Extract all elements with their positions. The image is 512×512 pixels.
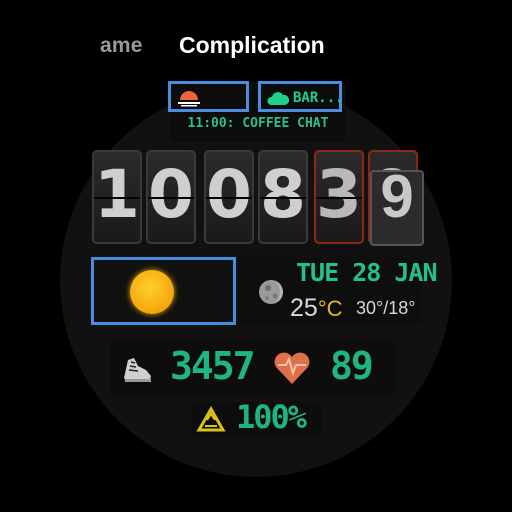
heart-icon <box>274 352 310 384</box>
shoe-icon <box>124 358 151 382</box>
minute-digit-1: 0 <box>204 150 254 244</box>
digit: 8 <box>260 156 306 233</box>
sun-icon <box>130 270 174 314</box>
tab-complication[interactable]: Complication <box>179 32 325 59</box>
hour-digit-1: 1 <box>92 150 142 244</box>
step-count: 3457 <box>170 344 256 388</box>
minute-digit-2: 8 <box>258 150 308 244</box>
battery-level: 100% <box>236 398 307 436</box>
temperature-unit: °C <box>317 296 343 321</box>
second-digit-1: 3 <box>314 150 364 244</box>
temperature: 25°C <box>290 294 343 323</box>
digit: 9 <box>380 163 414 230</box>
complication-text: BAR... <box>293 90 344 106</box>
sunset-icon <box>178 91 200 107</box>
flipping-digit-card: 9 <box>370 163 424 246</box>
date-text: TUE 28 JAN <box>296 258 438 287</box>
cloud-icon <box>267 92 289 105</box>
calendar-event: 11:00: COFFEE CHAT <box>187 116 329 131</box>
digit: 0 <box>206 156 252 233</box>
hour-digit-2: 0 <box>146 150 196 244</box>
temperature-range: 30°/18° <box>356 298 416 318</box>
sun-complication-slot[interactable] <box>91 257 236 325</box>
recycle-icon <box>196 406 226 432</box>
sunset-complication-slot[interactable] <box>168 81 249 112</box>
weather-complication-slot[interactable]: BAR... <box>258 81 344 112</box>
digit: 0 <box>148 156 194 233</box>
complication-header: ame Complication <box>0 30 512 64</box>
heart-rate: 89 <box>330 344 374 388</box>
moon-icon <box>259 280 283 304</box>
tab-previous[interactable]: ame <box>100 34 143 58</box>
digit: 1 <box>94 156 140 233</box>
digit: 3 <box>316 156 362 233</box>
temperature-value: 25 <box>290 294 318 322</box>
